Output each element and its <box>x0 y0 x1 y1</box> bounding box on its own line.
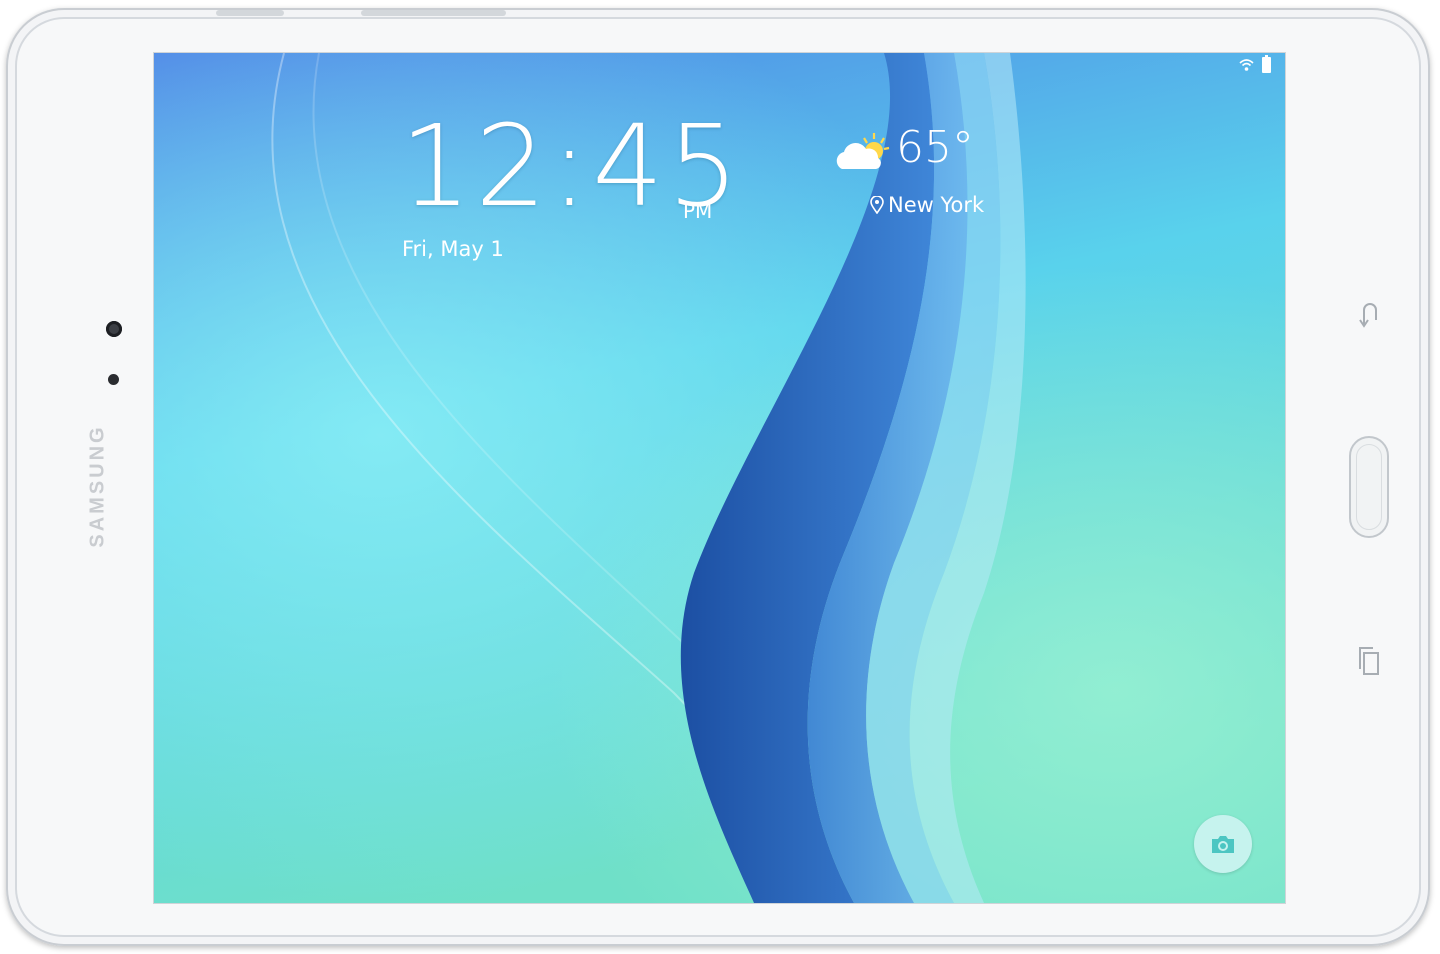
partly-cloudy-icon[interactable] <box>832 131 896 177</box>
weather-temperature: 65° <box>896 122 974 173</box>
weather-location: New York <box>870 193 984 217</box>
volume-button[interactable] <box>216 10 284 16</box>
back-icon[interactable] <box>1356 298 1382 330</box>
location-label: New York <box>888 193 985 217</box>
recent-apps-icon[interactable] <box>1357 644 1381 676</box>
front-camera <box>106 321 122 337</box>
clock-ampm: PM <box>683 199 713 223</box>
lockscreen-date: Fri, May 1 <box>402 237 504 261</box>
camera-shortcut-button[interactable] <box>1194 815 1252 873</box>
battery-icon <box>1262 55 1271 73</box>
wifi-icon <box>1239 59 1254 71</box>
location-pin-icon <box>870 196 884 214</box>
brand-logo: SAMSUNG <box>86 424 109 548</box>
light-sensor <box>108 374 119 385</box>
lock-screen[interactable]: 12:45 PM Fri, May 1 65° New York <box>154 53 1285 903</box>
status-bar <box>1239 55 1271 73</box>
power-button[interactable] <box>361 10 506 16</box>
home-button[interactable] <box>1349 436 1389 538</box>
camera-icon <box>1212 836 1234 853</box>
